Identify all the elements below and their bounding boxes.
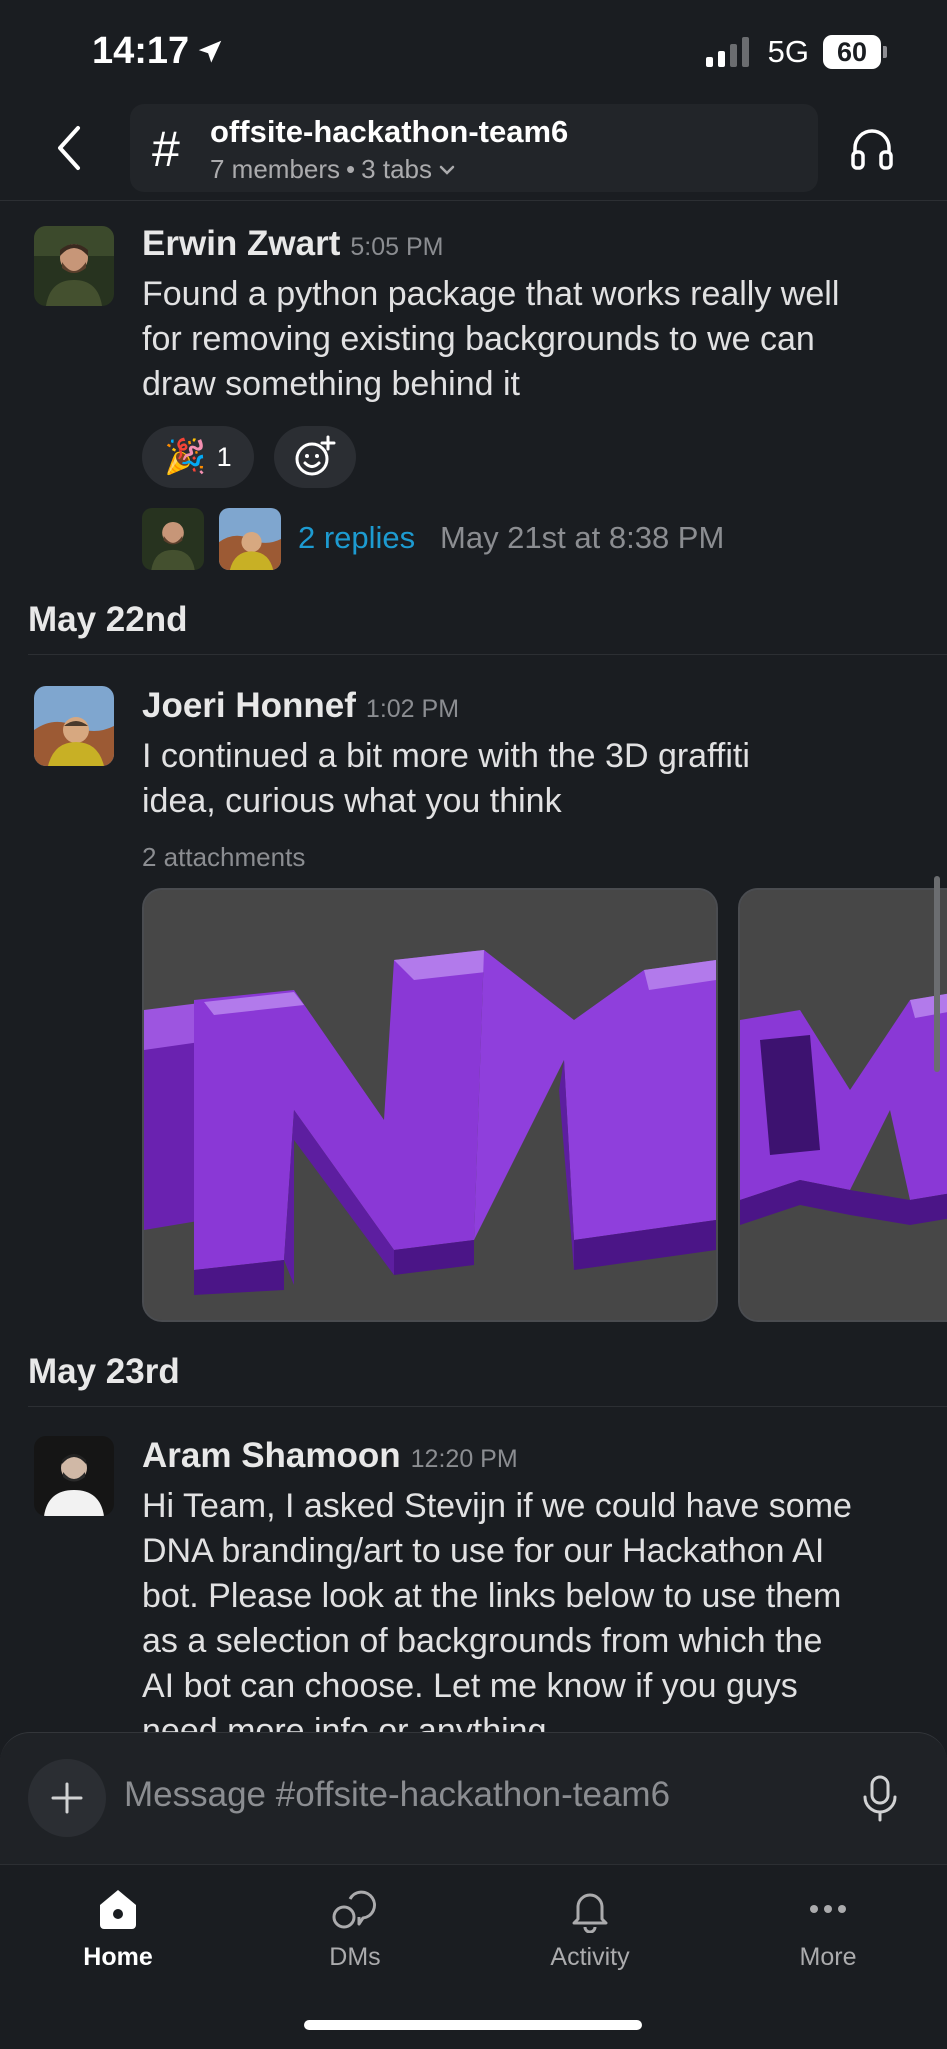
- tab-home[interactable]: Home: [48, 1885, 188, 1972]
- tab-label: Home: [83, 1943, 153, 1971]
- date-divider-label: May 23rd: [28, 1352, 180, 1391]
- message-input[interactable]: Message #offsite-hackathon-team6: [124, 1775, 670, 1815]
- sender-name[interactable]: Aram Shamoon: [142, 1436, 401, 1475]
- message-header: Aram Shamoon 12:20 PM: [142, 1436, 518, 1476]
- message-body: Hi Team, I asked Stevijn if we could hav…: [142, 1484, 932, 1732]
- battery-level: 60: [823, 35, 881, 69]
- status-indicators: 5G 60: [704, 34, 887, 70]
- chevron-down-icon: [439, 165, 455, 175]
- tab-label: Activity: [550, 1943, 630, 1971]
- add-attachment-button[interactable]: [28, 1759, 106, 1837]
- back-chevron-icon[interactable]: [48, 122, 92, 174]
- attachments-label: 2 attachments: [142, 842, 306, 872]
- message-line: for removing existing backgrounds to we …: [142, 320, 815, 358]
- channel-header-button[interactable]: # offsite-hackathon-team6 7 members • 3 …: [130, 104, 818, 192]
- message-composer: Message #offsite-hackathon-team6: [0, 1732, 947, 1865]
- dms-icon: [332, 1890, 376, 1929]
- scrollbar-thumb[interactable]: [934, 876, 940, 1072]
- attachment-image-1[interactable]: [142, 888, 718, 1322]
- avatar-joeri[interactable]: [34, 686, 114, 766]
- members-count: 7 members: [210, 154, 341, 184]
- location-arrow-icon: [198, 40, 222, 63]
- headphones-icon[interactable]: [848, 124, 896, 172]
- message-line: draw something behind it: [142, 365, 521, 403]
- avatar-erwin[interactable]: [34, 226, 114, 306]
- message-body-clip: Hi Team, I asked Stevijn if we could hav…: [142, 1484, 932, 1732]
- message-line: AI bot can choose. Let me know if you gu…: [142, 1667, 798, 1705]
- date-divider-line: [28, 1406, 947, 1407]
- more-icon: [810, 1905, 846, 1913]
- message-line: I continued a bit more with the 3D graff…: [142, 737, 750, 775]
- status-time: 14:17: [92, 30, 225, 73]
- home-indicator: [304, 2020, 642, 2030]
- thread-last-reply: May 21st at 8:38 PM: [440, 520, 725, 555]
- tab-dms[interactable]: DMs: [285, 1885, 425, 1972]
- message-time: 5:05 PM: [350, 233, 444, 261]
- thread-avatar-joeri: [219, 508, 281, 570]
- add-reaction-icon: [295, 435, 336, 476]
- sender-name[interactable]: Joeri Honnef: [142, 686, 356, 725]
- tab-more[interactable]: More: [758, 1885, 898, 1972]
- hash-icon: #: [152, 121, 180, 177]
- attachment-image-2[interactable]: [738, 888, 947, 1322]
- tab-activity[interactable]: Activity: [520, 1885, 660, 1972]
- message-header: Joeri Honnef 1:02 PM: [142, 686, 459, 726]
- channel-name: offsite-hackathon-team6: [210, 114, 569, 149]
- network-label: 5G: [767, 34, 809, 69]
- meta-separator: •: [346, 154, 356, 184]
- date-divider-label: May 22nd: [28, 600, 188, 639]
- bell-icon: [572, 1893, 608, 1933]
- plus-icon: [51, 1782, 83, 1814]
- reaction-party[interactable]: 🎉 1: [142, 426, 254, 488]
- party-popper-icon: 🎉: [164, 438, 207, 476]
- signal-icon: [705, 37, 749, 67]
- clock-time: 14:17: [92, 30, 190, 72]
- tab-label: DMs: [329, 1943, 381, 1971]
- add-reaction-button[interactable]: [274, 426, 356, 488]
- message-time: 1:02 PM: [365, 695, 460, 723]
- message-line: Found a python package that works really…: [142, 275, 840, 313]
- date-divider-line: [28, 654, 947, 655]
- thread-replies-link[interactable]: 2 replies: [298, 520, 415, 556]
- channel-meta: 7 members • 3 tabs: [210, 154, 456, 185]
- tabs-count: 3 tabs: [361, 154, 432, 184]
- message-time: 12:20 PM: [410, 1445, 518, 1473]
- message-header: Erwin Zwart 5:05 PM: [142, 224, 443, 264]
- message-line: idea, curious what you think: [142, 782, 562, 820]
- tab-label: More: [799, 1943, 857, 1971]
- message-line: bot. Please look at the links below to u…: [142, 1577, 842, 1615]
- home-icon: [100, 1890, 136, 1929]
- battery-icon: 60: [823, 35, 887, 69]
- sender-name[interactable]: Erwin Zwart: [142, 224, 340, 263]
- thread-avatar-erwin: [142, 508, 204, 570]
- avatar-aram[interactable]: [34, 1436, 114, 1516]
- message-line: DNA branding/art to use for our Hackatho…: [142, 1532, 825, 1570]
- message-line: as a selection of backgrounds from which…: [142, 1622, 823, 1660]
- message-body: Found a python package that works really…: [142, 272, 922, 407]
- message-line: Hi Team, I asked Stevijn if we could hav…: [142, 1487, 852, 1525]
- header-divider: [0, 200, 947, 201]
- message-line: need more info or anything: [142, 1712, 547, 1732]
- message-body: I continued a bit more with the 3D graff…: [142, 734, 922, 824]
- reaction-count: 1: [216, 441, 232, 472]
- microphone-icon[interactable]: [860, 1773, 900, 1823]
